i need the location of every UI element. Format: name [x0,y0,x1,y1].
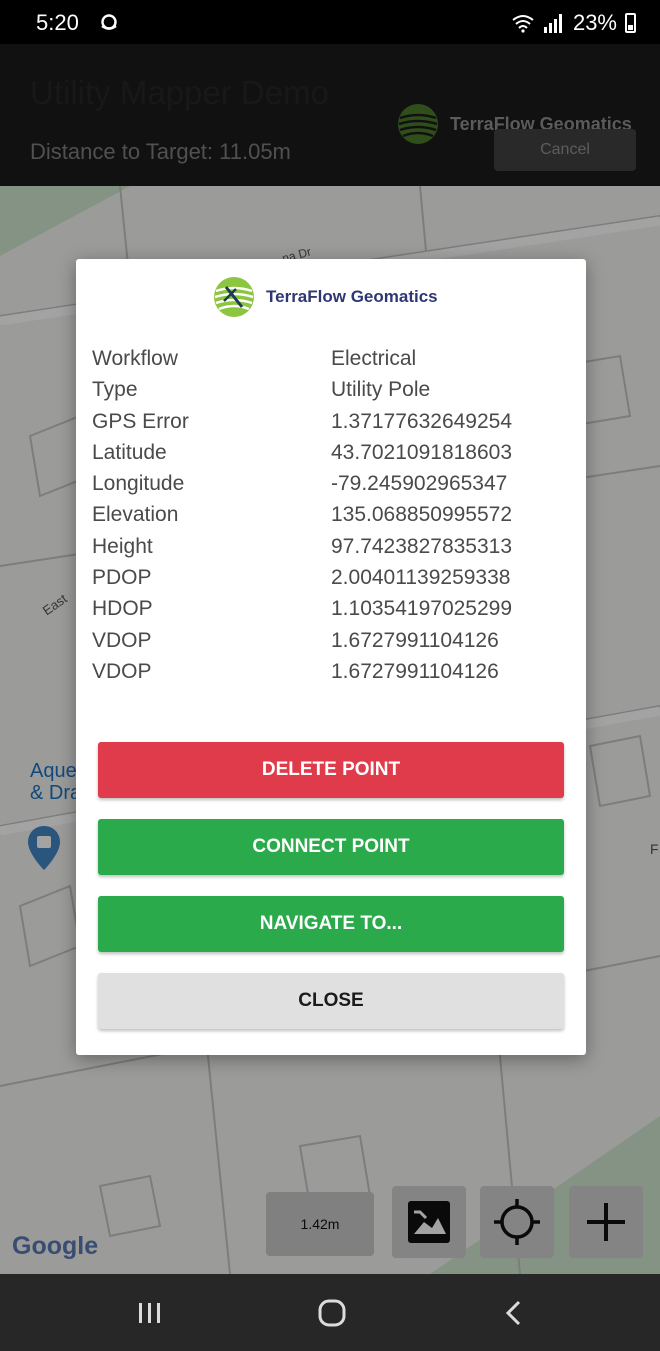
sync-icon [101,14,117,30]
info-value: 97.7423827835313 [331,534,513,558]
point-info-table: Workflow Electrical Type Utility Pole GP… [92,347,562,691]
info-row-height: Height 97.7423827835313 [92,535,562,566]
info-label: Type [92,378,138,402]
system-nav-bar [0,1274,660,1351]
info-value: 1.10354197025299 [331,597,513,621]
recent-apps-button[interactable] [130,1296,170,1330]
info-value: Utility Pole [331,378,431,402]
status-time: 5:20 [36,10,79,35]
status-bar: 5:20 23% [0,0,660,44]
info-label: GPS Error [92,409,189,433]
connect-point-button[interactable]: CONNECT POINT [98,819,564,875]
delete-point-button[interactable]: DELETE POINT [98,742,564,798]
info-label: VDOP [92,628,152,652]
point-details-dialog: TerraFlow Geomatics Workflow Electrical … [76,259,586,1055]
signal-icon [543,14,562,33]
dialog-brand: TerraFlow Geomatics [212,275,438,319]
back-icon [505,1300,521,1326]
battery-icon [625,13,636,33]
info-value: 43.7021091818603 [331,440,513,464]
status-indicators: 23% [511,10,636,36]
home-icon [318,1299,346,1327]
info-row-gps-error: GPS Error 1.37177632649254 [92,410,562,441]
info-label: Longitude [92,472,185,496]
info-row-longitude: Longitude -79.245902965347 [92,472,562,503]
close-button[interactable]: CLOSE [98,973,564,1029]
info-value: -79.245902965347 [331,472,508,496]
home-button[interactable] [312,1296,352,1330]
navigate-to-button[interactable]: NAVIGATE TO... [98,896,564,952]
info-row-type: Type Utility Pole [92,378,562,409]
info-label: Latitude [92,440,167,464]
recent-apps-icon [139,1303,160,1323]
info-row-workflow: Workflow Electrical [92,347,562,378]
info-value: 2.00401139259338 [331,566,511,590]
battery-percent: 23% [572,10,617,35]
terraflow-logo-icon [214,277,254,317]
info-row-elevation: Elevation 135.068850995572 [92,503,562,534]
info-label: VDOP [92,659,152,683]
info-row-pdop: PDOP 2.00401139259338 [92,566,562,597]
info-row-vdop: VDOP 1.6727991104126 [92,629,562,660]
dialog-brand-name: TerraFlow Geomatics [266,287,438,306]
info-value: 135.068850995572 [331,503,513,527]
info-label: Elevation [92,503,179,527]
info-row-latitude: Latitude 43.7021091818603 [92,441,562,472]
info-row-vdop: VDOP 1.6727991104126 [92,660,562,691]
info-label: PDOP [92,566,152,590]
back-button[interactable] [494,1296,534,1330]
info-value: Electrical [331,347,417,370]
info-row-hdop: HDOP 1.10354197025299 [92,597,562,628]
wifi-icon [512,15,534,33]
info-value: 1.6727991104126 [331,628,499,652]
info-value: 1.6727991104126 [331,659,499,683]
info-value: 1.37177632649254 [331,409,513,433]
info-label: Height [92,534,153,558]
info-label: Workflow [92,347,178,370]
info-label: HDOP [92,597,153,621]
